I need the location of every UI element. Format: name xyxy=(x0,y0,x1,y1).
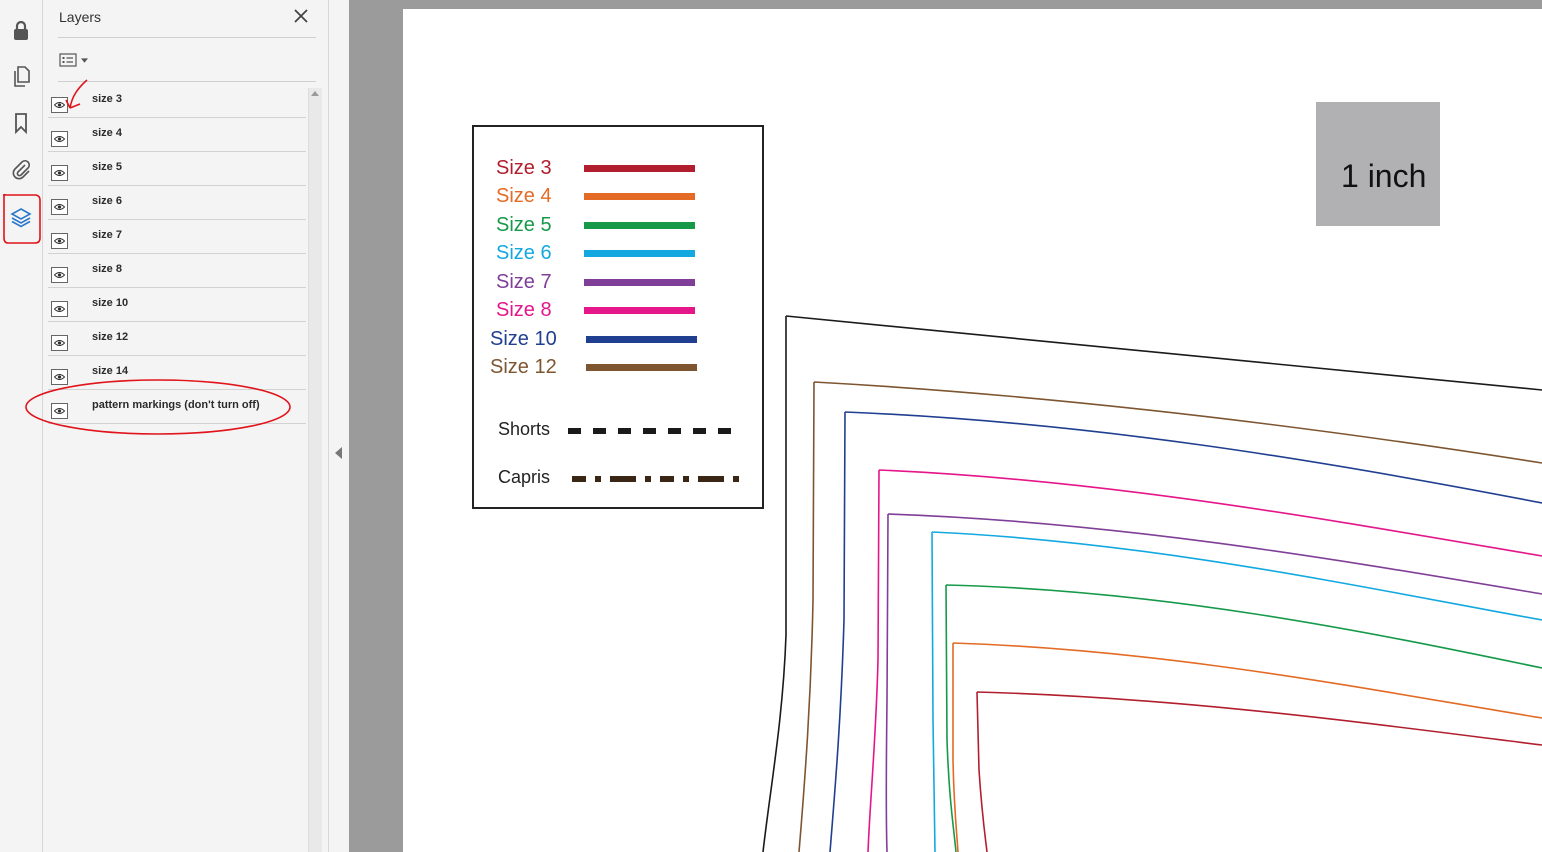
size-3-curve xyxy=(976,691,1542,852)
size-10-curve xyxy=(829,411,1542,852)
legend-size-line xyxy=(584,222,695,229)
size-4-curve xyxy=(952,642,1542,852)
legend-size-label: Size 10 xyxy=(490,328,557,350)
size-8-curve xyxy=(867,469,1542,852)
size-legend: Shorts Capris Size 3 Size 4 Size 5 Size 6 Si… xyxy=(472,125,764,509)
legend-size-line xyxy=(584,250,695,257)
pattern-curves xyxy=(762,315,1542,852)
legend-size-line xyxy=(584,279,695,286)
legend-size-line xyxy=(584,307,695,314)
outline-curve xyxy=(762,315,1542,852)
size-6-curve xyxy=(931,531,1542,852)
legend-size-label: Size 7 xyxy=(496,271,552,293)
scale-box-label: 1 inch xyxy=(1341,158,1427,194)
capris-label: Capris xyxy=(498,467,551,487)
legend-size-label: Size 3 xyxy=(496,157,552,179)
legend-size-line xyxy=(586,364,697,371)
capris-dash-dot-line xyxy=(572,476,742,482)
legend-size-label: Size 8 xyxy=(496,299,552,321)
size-5-curve xyxy=(945,584,1542,852)
legend-size-label: Size 12 xyxy=(490,356,557,378)
shorts-label: Shorts xyxy=(498,419,551,439)
shorts-dash-line xyxy=(568,428,738,434)
one-inch-scale-box: 1 inch xyxy=(1316,102,1440,226)
legend-size-label: Size 4 xyxy=(496,185,552,207)
legend-size-label: Size 5 xyxy=(496,214,552,236)
legend-size-label: Size 6 xyxy=(496,242,552,264)
size-12-curve xyxy=(798,381,1542,852)
legend-size-line xyxy=(584,165,695,172)
legend-size-line xyxy=(586,336,697,343)
size-7-curve xyxy=(885,513,1542,852)
legend-size-line xyxy=(584,193,695,200)
